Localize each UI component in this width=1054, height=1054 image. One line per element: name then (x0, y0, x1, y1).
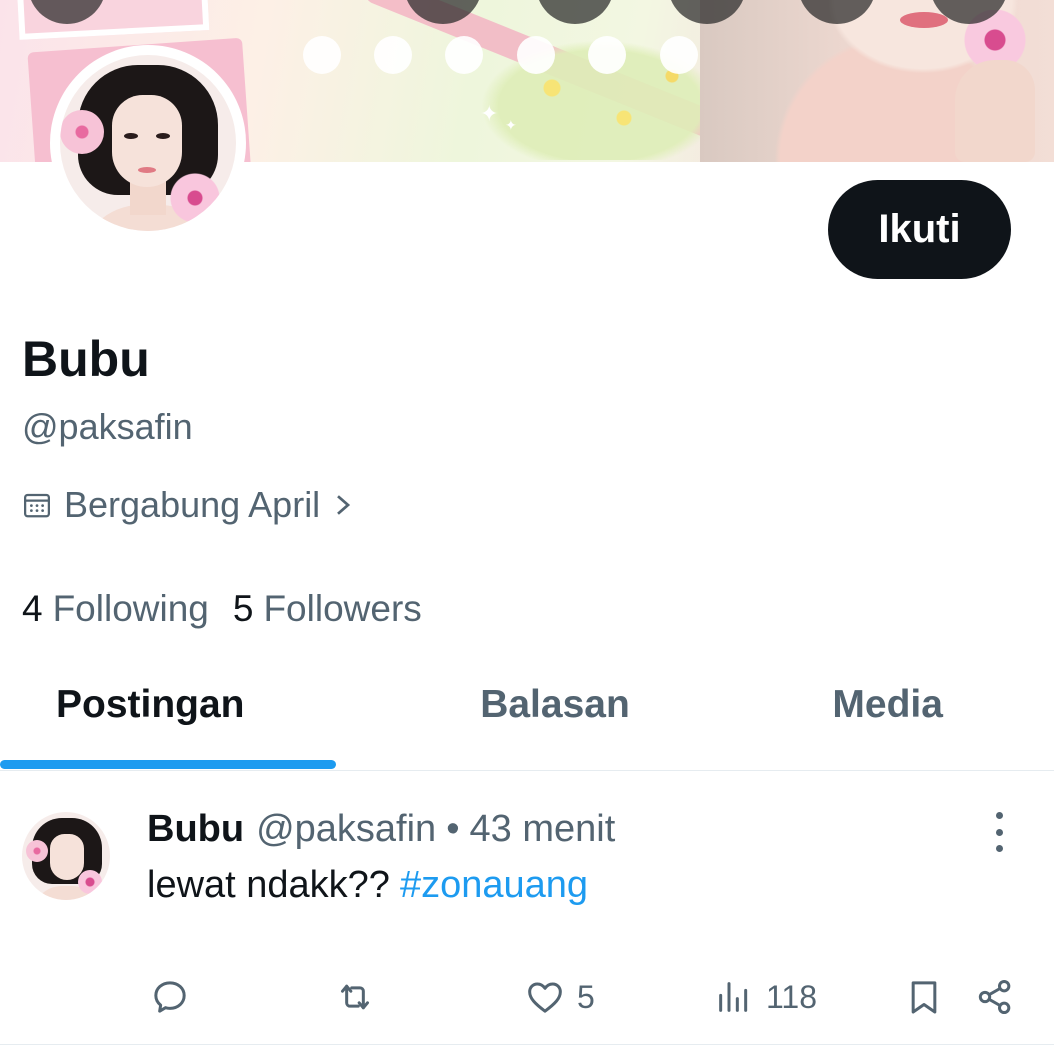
more-dot (995, 828, 1003, 836)
followers-link[interactable]: 5 Followers (233, 588, 422, 630)
bookmark-icon (911, 981, 937, 1014)
banner-dot (588, 36, 626, 74)
views-icon (719, 982, 748, 1012)
avatar-eye (156, 133, 170, 139)
avatar-eye (124, 133, 138, 139)
following-link[interactable]: 4 Following (22, 588, 209, 630)
banner-dot (445, 36, 483, 74)
like-button[interactable]: 5 (525, 972, 595, 1022)
banner-lips (900, 12, 948, 28)
repost-icon (341, 984, 369, 1010)
post-author-avatar[interactable] (22, 812, 110, 900)
reply-icon (154, 981, 186, 1013)
repost-button[interactable] (335, 972, 375, 1022)
followers-label: Followers (263, 588, 422, 629)
post-hashtag[interactable]: #zonauang (400, 864, 588, 906)
profile-avatar[interactable] (50, 45, 246, 241)
avatar-flower (78, 870, 102, 894)
chevron-right-icon (337, 495, 351, 515)
banner-dot (374, 36, 412, 74)
joined-date[interactable]: Bergabung April (22, 484, 354, 526)
post-timestamp[interactable]: 43 menit (470, 808, 616, 851)
post-body: lewat ndakk?? (147, 864, 390, 906)
banner-dot (660, 36, 698, 74)
more-vertical-icon[interactable] (984, 812, 1014, 852)
calendar-icon (24, 493, 50, 518)
followers-count: 5 (232, 588, 254, 629)
following-label: Following (52, 588, 209, 629)
post-author-name[interactable]: Bubu (147, 808, 244, 851)
more-dot (995, 812, 1003, 819)
banner-hand (955, 60, 1035, 162)
tab-postingan[interactable]: Postingan (0, 660, 389, 770)
post-author-handle[interactable]: @paksafin (256, 808, 436, 851)
tab-balasan[interactable]: Balasan (389, 660, 722, 770)
reply-button[interactable] (150, 972, 190, 1022)
post-divider (0, 1044, 1054, 1045)
views-count: 118 (766, 978, 818, 1015)
like-count: 5 (577, 978, 595, 1015)
avatar-lips (138, 167, 156, 173)
avatar-flower (170, 173, 220, 223)
following-count: 4 (22, 588, 43, 629)
post-header: Bubu @paksafin • 43 menit (147, 808, 615, 851)
heart-icon (528, 982, 562, 1013)
post-actions: 5 118 (0, 972, 1054, 1022)
post-separator: • (446, 808, 460, 850)
profile-display-name: Bubu (22, 331, 150, 387)
banner-dark-bubble (536, 0, 614, 24)
bookmark-button[interactable] (904, 972, 944, 1022)
banner-dot (303, 36, 341, 74)
share-button[interactable] (975, 972, 1015, 1022)
avatar-face (112, 95, 182, 187)
views-button[interactable]: 118 (714, 972, 817, 1022)
follow-stats: 4 Following 5 Followers (22, 588, 446, 630)
active-tab-indicator (0, 760, 336, 769)
follow-button[interactable]: Ikuti (828, 180, 1011, 279)
profile-tabs: Postingan Balasan Media (0, 660, 1054, 770)
sparkle-icon: ✦ (505, 118, 517, 134)
avatar-face (50, 834, 84, 880)
joined-label: Bergabung April (64, 484, 321, 525)
tab-divider (0, 770, 1054, 771)
profile-handle: @paksafin (22, 406, 193, 447)
share-icon (978, 980, 1011, 1014)
tab-media[interactable]: Media (721, 660, 1054, 770)
avatar-image (60, 55, 236, 231)
avatar-flower (26, 840, 48, 862)
sparkle-icon: ✦ (480, 102, 499, 127)
post-text: lewat ndakk?? #zonauang (147, 864, 588, 907)
more-dot (995, 845, 1003, 852)
banner-dot (517, 36, 555, 74)
avatar-flower (60, 110, 104, 154)
